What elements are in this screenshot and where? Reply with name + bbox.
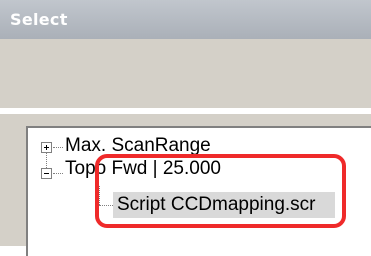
tree-connector xyxy=(53,147,63,148)
annotation-highlight xyxy=(95,154,346,228)
window-title: Select xyxy=(10,10,68,29)
title-bar: Select xyxy=(0,0,371,39)
tree-connector xyxy=(46,152,47,168)
tree-connector xyxy=(53,173,63,174)
collapse-minus-icon[interactable] xyxy=(41,168,52,179)
expand-plus-icon[interactable] xyxy=(41,142,52,153)
toolbar-area xyxy=(0,39,371,108)
